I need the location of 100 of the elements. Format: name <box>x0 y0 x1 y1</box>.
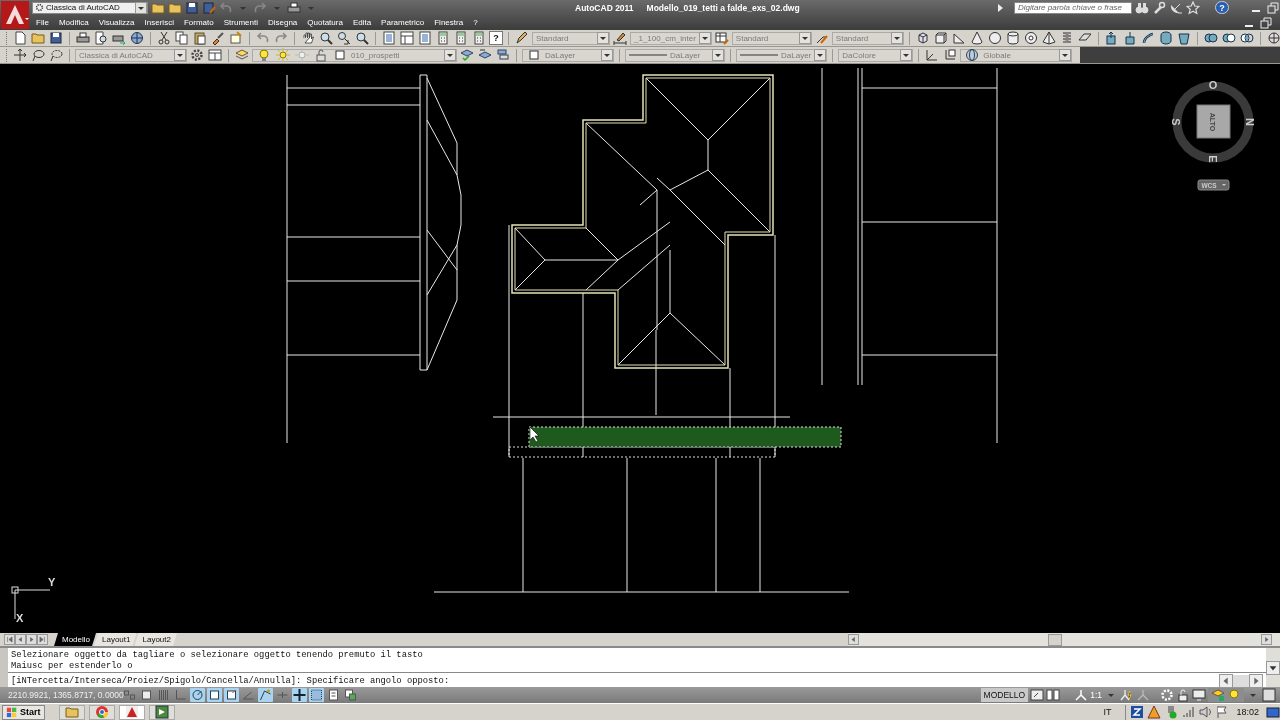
menu-item[interactable]: Edita <box>352 18 372 27</box>
binoculars-icon[interactable] <box>1135 0 1149 15</box>
layers-icon[interactable] <box>235 48 249 62</box>
properties-icon[interactable] <box>418 31 432 45</box>
compass-label[interactable]: N <box>1244 118 1256 126</box>
warning-icon[interactable] <box>1147 705 1162 719</box>
floppy-icon[interactable] <box>49 31 63 45</box>
compass-label[interactable]: E <box>1207 155 1219 163</box>
cylinder-icon[interactable] <box>1005 31 1020 45</box>
wrench-icon[interactable] <box>1152 0 1166 15</box>
help-button[interactable]: ? <box>1215 1 1229 14</box>
triangle-app-icon[interactable] <box>124 705 139 719</box>
quick-properties-toggle[interactable] <box>326 688 341 702</box>
menu-item[interactable]: ? <box>473 18 478 27</box>
desktop-icon[interactable] <box>1266 705 1280 719</box>
z-tile-icon[interactable] <box>1130 705 1145 719</box>
magnifier-arrow-icon[interactable] <box>337 31 351 45</box>
menu-item[interactable]: Finestra <box>434 18 464 27</box>
menu-item[interactable]: Modifica <box>58 18 89 27</box>
ucs-frame-icon[interactable] <box>943 48 958 62</box>
annotation-scale-icon[interactable] <box>1074 688 1089 702</box>
layers-state-icon[interactable] <box>1211 688 1225 702</box>
calculator-icon[interactable] <box>472 31 486 45</box>
color-swatch-icon[interactable] <box>527 48 541 62</box>
constraint-toggle[interactable] <box>122 688 137 702</box>
printer-icon[interactable] <box>76 31 90 45</box>
padlock-icon[interactable] <box>1176 688 1190 702</box>
hand-icon[interactable] <box>301 31 315 45</box>
properties-icon[interactable] <box>382 31 396 45</box>
selection-cycling-toggle[interactable] <box>343 688 358 702</box>
cube-icon[interactable] <box>915 31 930 45</box>
language-indicator[interactable]: IT <box>1103 707 1112 717</box>
intersect-icon[interactable] <box>1239 31 1254 45</box>
press-pull-icon[interactable] <box>1122 31 1137 45</box>
menu-item[interactable]: Strumenti <box>223 18 258 27</box>
brush-icon[interactable] <box>211 31 225 45</box>
cone-icon[interactable] <box>969 31 984 45</box>
layout-pages-icon[interactable] <box>1046 688 1061 702</box>
layout-tab[interactable]: Modello <box>54 633 96 646</box>
color-swatch-icon[interactable] <box>333 48 347 62</box>
viewcube-face[interactable] <box>1196 104 1231 139</box>
layers-stack-icon[interactable] <box>496 48 510 62</box>
axes-move-icon[interactable] <box>13 48 27 62</box>
application-logo-icon[interactable] <box>1 1 29 29</box>
last-arrow-icon[interactable] <box>37 634 48 645</box>
scroll-thumb[interactable] <box>1233 675 1249 687</box>
polar-toggle[interactable] <box>190 688 205 702</box>
pyramid-icon[interactable] <box>1041 31 1056 45</box>
flag-icon[interactable] <box>1215 705 1230 719</box>
transparency-toggle[interactable] <box>309 688 324 702</box>
panel-icon[interactable] <box>400 31 414 45</box>
lineweight-toggle[interactable] <box>292 688 307 702</box>
globe-icon[interactable] <box>130 31 144 45</box>
model-space-icon[interactable] <box>1030 688 1045 702</box>
osnap-toggle[interactable] <box>207 688 222 702</box>
menu-item[interactable]: Inserisci <box>144 18 174 27</box>
monitor-icon[interactable] <box>1192 688 1206 702</box>
subtract-icon[interactable] <box>1221 31 1236 45</box>
horizontal-scrollbar[interactable] <box>848 633 1280 646</box>
compass-label[interactable]: S <box>1170 118 1182 126</box>
scroll-thumb[interactable] <box>1048 634 1062 646</box>
workspace-dropdown[interactable]: Classica di AutoCAD <box>32 1 148 14</box>
ortho-toggle[interactable] <box>173 688 188 702</box>
scissors-icon[interactable] <box>157 31 171 45</box>
revolve-icon[interactable] <box>1158 31 1173 45</box>
speaker-icon[interactable] <box>1198 705 1213 719</box>
magnifier-icon[interactable] <box>355 31 369 45</box>
osnap-3d-toggle[interactable] <box>224 688 239 702</box>
calculator-icon[interactable] <box>454 31 468 45</box>
dimension-brush-icon[interactable] <box>613 31 627 45</box>
wedge-icon[interactable] <box>951 31 966 45</box>
magnifier-icon[interactable] <box>319 31 333 45</box>
folder-icon[interactable] <box>151 0 165 15</box>
clean-screen-icon[interactable] <box>1262 688 1276 702</box>
star-icon[interactable] <box>1186 0 1200 15</box>
vertical-scrollbar[interactable] <box>1266 648 1280 687</box>
restore-icon[interactable] <box>1259 15 1273 30</box>
grid-toggle[interactable] <box>156 688 171 702</box>
snap-toggle[interactable] <box>139 688 154 702</box>
help-button[interactable]: ? <box>489 31 503 45</box>
dynamic-ucs-toggle[interactable] <box>258 688 273 702</box>
ucs-axes-icon[interactable] <box>925 48 940 62</box>
clipboard-icon[interactable] <box>193 31 207 45</box>
compass-ring[interactable] <box>1172 81 1254 163</box>
sphere-icon[interactable] <box>987 31 1002 45</box>
rotate-solid-icon[interactable] <box>1266 31 1280 45</box>
menu-item[interactable]: Formato <box>183 18 214 27</box>
layout-tab[interactable]: Layout1 <box>94 633 137 646</box>
light-bulb-icon[interactable] <box>257 48 271 62</box>
lasso-dots-icon[interactable] <box>49 48 63 62</box>
annotation-scale-dropdown[interactable]: 1:1 <box>1090 690 1102 700</box>
torus-icon[interactable] <box>1023 31 1038 45</box>
menu-item[interactable]: Quotatura <box>307 18 343 27</box>
first-arrow-icon[interactable] <box>4 634 15 645</box>
extrude-icon[interactable] <box>1104 31 1119 45</box>
sun-icon[interactable] <box>276 48 290 62</box>
restore-icon[interactable] <box>1266 0 1280 15</box>
play-app-icon[interactable] <box>154 705 169 719</box>
menu-item[interactable]: Disegna <box>267 18 298 27</box>
start-button[interactable]: Start <box>2 704 45 720</box>
